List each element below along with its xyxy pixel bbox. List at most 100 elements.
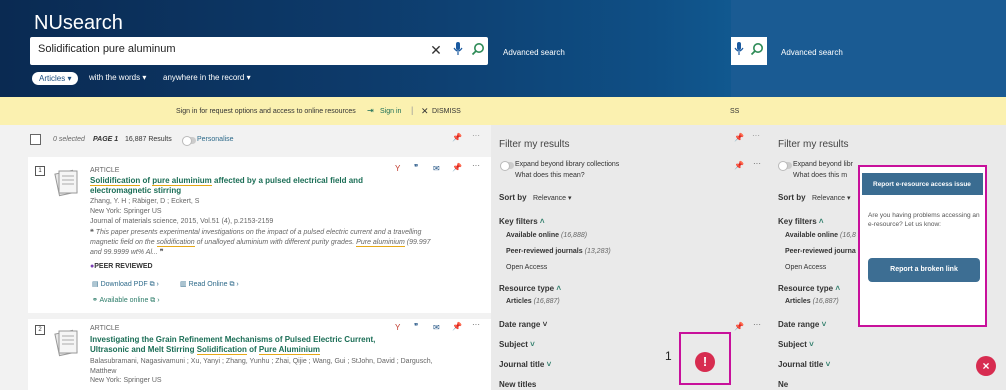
email-icon[interactable]: ✉ (433, 323, 440, 332)
date-range-label: Date range (778, 320, 820, 329)
right-search-box-fragment[interactable] (731, 37, 767, 65)
feedback-widget[interactable]: ! (679, 332, 731, 385)
clear-icon[interactable]: ✕ (428, 42, 444, 58)
result-number: 2 (35, 325, 45, 335)
with-words-dropdown[interactable]: with the words ▾ (89, 73, 146, 82)
facet-articles[interactable]: Articles (16,887) (506, 298, 560, 305)
more-actions-icon[interactable]: ··· (472, 320, 480, 329)
date-range-heading[interactable]: Date range ˅ (499, 320, 547, 329)
right-search-icon[interactable] (749, 42, 765, 58)
journal-title-heading[interactable]: Journal title ˅ (499, 360, 551, 369)
anywhere-dropdown[interactable]: anywhere in the record ▾ (163, 73, 251, 82)
right-date-range-heading[interactable]: Date range ˅ (778, 320, 826, 329)
title-part: of (140, 176, 153, 185)
author-part: Balasubramani, Nagasivamuni ; Xu, Yanyi … (90, 358, 433, 365)
link-icon: ⚭ (92, 297, 98, 304)
right-facet-articles[interactable]: Articles (16,887) (785, 298, 839, 305)
right-more-icon[interactable]: ··· (752, 131, 760, 140)
right-more-actions-icon[interactable]: ··· (753, 159, 761, 168)
pin-icon[interactable]: 📌 (452, 133, 462, 142)
right-what-link[interactable]: What does this m (793, 172, 847, 179)
result-title[interactable]: Investigating the Grain Refinement Mecha… (90, 335, 390, 355)
cite-icon[interactable]: ❞ (414, 163, 418, 172)
citation-trail-icon[interactable]: Y (395, 164, 400, 173)
right-sort-dropdown[interactable]: Relevance ▾ (812, 194, 851, 202)
facet-peer-reviewed[interactable]: Peer-reviewed journals (13,283) (506, 248, 611, 255)
cite-icon[interactable]: ❞ (414, 322, 418, 331)
page-indicator: PAGE 1 (93, 136, 119, 143)
dismiss-icon[interactable]: ✕ (421, 106, 429, 117)
more-icon[interactable]: ··· (472, 131, 480, 140)
title-part: affected by a pulsed electrical field an… (211, 176, 363, 185)
select-all-checkbox[interactable] (30, 134, 41, 145)
what-does-this-mean-link[interactable]: What does this mean? (515, 172, 585, 179)
facet-count: (16,887) (812, 298, 839, 305)
right-microphone-icon[interactable] (731, 42, 747, 58)
right-subject-heading[interactable]: Subject ˅ (778, 340, 814, 349)
right-facet-open-access[interactable]: Open Access (785, 264, 826, 271)
new-titles-heading[interactable]: New titles (499, 380, 536, 389)
snippet-part: (99.997 (404, 239, 431, 246)
right-journal-title-heading[interactable]: Journal title ˅ (778, 360, 830, 369)
more-actions-icon[interactable]: ··· (472, 161, 480, 170)
right-resource-type-heading[interactable]: Resource type ˄ (778, 284, 840, 293)
snippet-part: solidification (156, 239, 195, 247)
subject-heading[interactable]: Subject ˅ (499, 340, 535, 349)
expand-toggle[interactable] (500, 161, 514, 171)
sort-dropdown[interactable]: Relevance ▾ (533, 194, 572, 202)
chevron-down-icon: ˅ (821, 320, 827, 329)
availability-link[interactable]: ⚭ Available online ⧉ › (92, 296, 160, 305)
read-online-link[interactable]: ▥ Read Online ⧉ › (180, 280, 239, 289)
peer-reviewed-badge: ●PEER REVIEWED (90, 263, 153, 270)
pin-result-icon[interactable]: 📌 (452, 322, 462, 331)
result-number: 1 (35, 166, 45, 176)
chevron-up-icon: ˄ (556, 284, 562, 293)
right-pin-result-icon[interactable]: 📌 (734, 322, 744, 331)
popup-header: Report e-resource access issue (862, 173, 983, 195)
search-input[interactable] (38, 43, 418, 55)
right-key-filters-heading[interactable]: Key filters ˄ (778, 217, 824, 226)
microphone-icon[interactable] (450, 42, 466, 58)
annotation-number: 1 (665, 349, 672, 363)
right-facet-peer-reviewed[interactable]: Peer-reviewed journa (785, 248, 856, 255)
search-scope-dropdown[interactable]: Articles ▾ (32, 72, 79, 85)
right-expand-toggle[interactable] (778, 161, 792, 171)
right-facet-available-online[interactable]: Available online (16,8 (785, 232, 856, 239)
email-icon[interactable]: ✉ (433, 164, 440, 173)
result-title[interactable]: Solidification of pure aluminium affecte… (90, 176, 390, 196)
report-broken-link-button[interactable]: Report a broken link (868, 258, 980, 282)
search-icon[interactable] (470, 42, 486, 58)
signin-link[interactable]: Sign in (380, 108, 401, 115)
right-new-titles-heading[interactable]: Ne (778, 380, 788, 389)
right-pin-result-icon[interactable]: 📌 (734, 161, 744, 170)
chevron-down-icon: ˅ (530, 340, 535, 349)
facet-label: Articles (506, 298, 532, 305)
personalise-label[interactable]: Personalise (197, 136, 234, 143)
resource-type-label: Resource type (778, 284, 834, 293)
right-pin-icon[interactable]: 📌 (734, 133, 744, 142)
pin-result-icon[interactable]: 📌 (452, 163, 462, 172)
chevron-down-icon: ˅ (809, 340, 814, 349)
citation-trail-icon[interactable]: Y (395, 323, 400, 332)
download-pdf-link[interactable]: ▤ Download PDF ⧉ › (92, 280, 159, 289)
author-part: Matthew (90, 368, 117, 375)
search-box[interactable]: ✕ (30, 37, 488, 65)
right-more-actions-icon[interactable]: ··· (753, 320, 761, 329)
personalise-toggle[interactable] (182, 136, 196, 146)
advanced-search-link[interactable]: Advanced search (503, 48, 565, 57)
dismiss-link[interactable]: DISMISS (432, 108, 461, 115)
key-filters-heading[interactable]: Key filters ˄ (499, 217, 545, 226)
signin-icon[interactable]: ⇥ (367, 106, 374, 115)
key-filters-label: Key filters (778, 217, 817, 226)
result-authors: Balasubramani, Nagasivamuni ; Xu, Yanyi … (90, 357, 470, 377)
snippet-part: magnetic field on the (90, 239, 157, 246)
brand-logo: NUsearch (34, 12, 123, 34)
chevron-up-icon: ˄ (539, 217, 545, 226)
close-popup-button[interactable]: × (976, 356, 996, 376)
sort-value: Relevance (533, 195, 567, 202)
right-advanced-search-link[interactable]: Advanced search (781, 48, 843, 57)
resource-type-heading[interactable]: Resource type ˄ (499, 284, 561, 293)
pdf-icon: ▤ (92, 281, 99, 288)
facet-open-access[interactable]: Open Access (506, 264, 547, 271)
facet-available-online[interactable]: Available online (16,888) (506, 232, 587, 239)
